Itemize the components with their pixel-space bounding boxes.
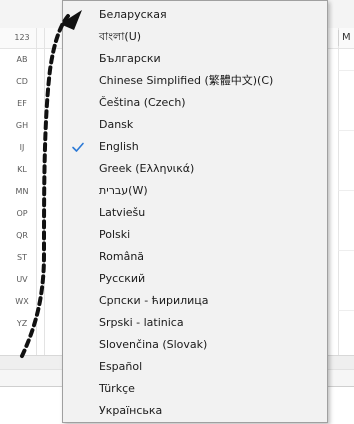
menu-item-label: Chinese Simplified (繁體中文)(C) [99, 74, 274, 87]
menu-item-hebrew[interactable]: עברית(W) [63, 180, 327, 202]
grid-cell [338, 290, 354, 311]
menu-item-label: Српски - ћирилица [99, 294, 209, 307]
column-divider [36, 28, 37, 358]
menu-item-label: Polski [99, 228, 131, 241]
menu-item-greek[interactable]: Greek (Ελληνικά) [63, 158, 327, 180]
alpha-index-item[interactable]: MN [8, 184, 36, 200]
menu-item-russian[interactable]: Русский [63, 268, 327, 290]
alpha-index-item[interactable]: IJ [8, 140, 36, 156]
menu-item-label: বাংলা(U) [99, 30, 142, 43]
alpha-index-item[interactable]: QR [8, 228, 36, 244]
menu-item-label: Български [99, 52, 161, 65]
menu-item-label: Srpski - latinica [99, 316, 184, 329]
menu-item-chinese-simplified[interactable]: Chinese Simplified (繁體中文)(C) [63, 70, 327, 92]
alpha-index-item[interactable]: 123 [8, 30, 36, 46]
menu-item-label: Čeština (Czech) [99, 96, 186, 109]
menu-item-label: Русский [99, 272, 146, 285]
alpha-index-item[interactable]: KL [8, 162, 36, 178]
grid-cell [338, 170, 354, 191]
menu-item-label: English [99, 140, 139, 153]
menu-item-romanian[interactable]: Română [63, 246, 327, 268]
column-header-label: M [338, 30, 354, 46]
menu-item-turkish[interactable]: Türkçe [63, 378, 327, 400]
alpha-index-item[interactable]: AB [8, 52, 36, 68]
alpha-index-item[interactable]: ST [8, 250, 36, 266]
menu-item-label: Latviešu [99, 206, 146, 219]
alpha-index-item[interactable]: OP [8, 206, 36, 222]
menu-item-serbian-cyrillic[interactable]: Српски - ћирилица [63, 290, 327, 312]
alpha-index-item[interactable]: CD [8, 74, 36, 90]
alpha-index-item[interactable]: WX [8, 294, 36, 310]
alpha-index-item[interactable]: UV [8, 272, 36, 288]
menu-item-bulgarian[interactable]: Български [63, 48, 327, 70]
menu-item-label: עברית(W) [99, 184, 148, 197]
menu-item-polish[interactable]: Polski [63, 224, 327, 246]
menu-item-label: Українська [99, 404, 163, 417]
menu-item-belarusian[interactable]: Беларуская [63, 4, 327, 26]
alpha-index-item[interactable]: YZ [8, 316, 36, 332]
grid-cell [338, 50, 354, 71]
grid-cell [338, 110, 354, 131]
menu-item-serbian-latin[interactable]: Srpski - latinica [63, 312, 327, 334]
menu-item-label: Greek (Ελληνικά) [99, 162, 195, 175]
menu-item-bengali[interactable]: বাংলা(U) [63, 26, 327, 48]
checkmark-icon [72, 142, 84, 152]
language-menu: Беларуская বাংলা(U) Български Chinese Si… [62, 0, 328, 423]
alpha-index-item[interactable]: GH [8, 118, 36, 134]
menu-item-label: Español [99, 360, 143, 373]
menu-item-label: Slovenčina (Slovak) [99, 338, 208, 351]
menu-item-slovak[interactable]: Slovenčina (Slovak) [63, 334, 327, 356]
menu-item-spanish[interactable]: Español [63, 356, 327, 378]
menu-item-label: Türkçe [99, 382, 135, 395]
column-divider [44, 28, 45, 358]
menu-item-ukrainian[interactable]: Українська [63, 400, 327, 422]
menu-item-latvian[interactable]: Latviešu [63, 202, 327, 224]
alpha-index-item[interactable]: EF [8, 96, 36, 112]
screen: 123 AB CD EF GH IJ KL MN OP QR ST UV WX … [0, 0, 354, 424]
grid-cell [338, 230, 354, 251]
menu-item-danish[interactable]: Dansk [63, 114, 327, 136]
menu-item-czech[interactable]: Čeština (Czech) [63, 92, 327, 114]
menu-item-english[interactable]: English [63, 136, 327, 158]
alphabet-index: 123 AB CD EF GH IJ KL MN OP QR ST UV WX … [8, 30, 36, 340]
menu-item-label: Dansk [99, 118, 134, 131]
menu-item-label: Беларуская [99, 8, 167, 21]
menu-item-label: Română [99, 250, 145, 263]
